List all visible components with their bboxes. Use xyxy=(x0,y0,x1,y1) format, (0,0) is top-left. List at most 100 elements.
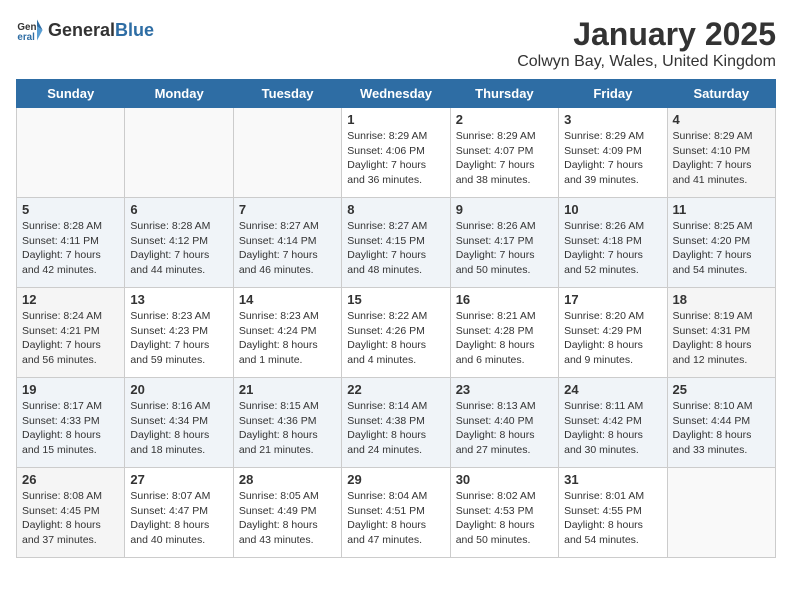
calendar-cell: 30Sunrise: 8:02 AM Sunset: 4:53 PM Dayli… xyxy=(450,468,558,558)
day-header-saturday: Saturday xyxy=(667,80,775,108)
day-header-tuesday: Tuesday xyxy=(233,80,341,108)
day-info: Sunrise: 8:14 AM Sunset: 4:38 PM Dayligh… xyxy=(347,399,444,458)
day-info: Sunrise: 8:29 AM Sunset: 4:09 PM Dayligh… xyxy=(564,129,661,188)
day-number: 13 xyxy=(130,292,227,307)
day-header-friday: Friday xyxy=(559,80,667,108)
day-info: Sunrise: 8:01 AM Sunset: 4:55 PM Dayligh… xyxy=(564,489,661,548)
day-info: Sunrise: 8:29 AM Sunset: 4:06 PM Dayligh… xyxy=(347,129,444,188)
day-number: 16 xyxy=(456,292,553,307)
calendar-cell: 6Sunrise: 8:28 AM Sunset: 4:12 PM Daylig… xyxy=(125,198,233,288)
calendar-cell: 24 Sunrise: 8:11 AM Sunset: 4:42 PM Dayli… xyxy=(559,378,667,468)
day-number: 19 xyxy=(22,382,119,397)
day-info: Sunrise: 8:11 AM Sunset: 4:42 PM Dayligh… xyxy=(564,399,661,458)
week-row-4: 19 Sunrise: 8:17 AM Sunset: 4:33 PM Dayli… xyxy=(17,378,776,468)
day-info: Sunrise: 8:28 AM Sunset: 4:11 PM Dayligh… xyxy=(22,219,119,278)
calendar-cell: 4Sunrise: 8:29 AM Sunset: 4:10 PM Daylig… xyxy=(667,108,775,198)
day-number: 30 xyxy=(456,472,553,487)
day-info: Sunrise: 8:05 AM Sunset: 4:49 PM Dayligh… xyxy=(239,489,336,548)
day-number: 22 xyxy=(347,382,444,397)
day-number: 21 xyxy=(239,382,336,397)
day-info: Sunrise: 8:04 AM Sunset: 4:51 PM Dayligh… xyxy=(347,489,444,548)
day-number: 14 xyxy=(239,292,336,307)
day-info: Sunrise: 8:26 AM Sunset: 4:18 PM Dayligh… xyxy=(564,219,661,278)
day-number: 18 xyxy=(673,292,770,307)
day-number: 20 xyxy=(130,382,227,397)
day-header-wednesday: Wednesday xyxy=(342,80,450,108)
day-info: Sunrise: 8:07 AM Sunset: 4:47 PM Dayligh… xyxy=(130,489,227,548)
calendar-cell: 26 Sunrise: 8:08 AM Sunset: 4:45 PM Dayli… xyxy=(17,468,125,558)
calendar-cell: 29Sunrise: 8:04 AM Sunset: 4:51 PM Dayli… xyxy=(342,468,450,558)
day-number: 26 xyxy=(22,472,119,487)
week-row-1: 1Sunrise: 8:29 AM Sunset: 4:06 PM Daylig… xyxy=(17,108,776,198)
title-area: January 2025 Colwyn Bay, Wales, United K… xyxy=(517,16,776,71)
day-info: Sunrise: 8:19 AM Sunset: 4:31 PM Dayligh… xyxy=(673,309,770,368)
calendar-cell: 5 Sunrise: 8:28 AM Sunset: 4:11 PM Daylig… xyxy=(17,198,125,288)
day-info: Sunrise: 8:25 AM Sunset: 4:20 PM Dayligh… xyxy=(673,219,770,278)
calendar-cell: 19 Sunrise: 8:17 AM Sunset: 4:33 PM Dayli… xyxy=(17,378,125,468)
day-header-monday: Monday xyxy=(125,80,233,108)
day-number: 5 xyxy=(22,202,119,217)
day-number: 25 xyxy=(673,382,770,397)
calendar-cell: 22 Sunrise: 8:14 AM Sunset: 4:38 PM Dayli… xyxy=(342,378,450,468)
day-info: Sunrise: 8:17 AM Sunset: 4:33 PM Dayligh… xyxy=(22,399,119,458)
header-row: SundayMondayTuesdayWednesdayThursdayFrid… xyxy=(17,80,776,108)
day-number: 2 xyxy=(456,112,553,127)
calendar-cell xyxy=(17,108,125,198)
calendar-cell: 7 Sunrise: 8:27 AM Sunset: 4:14 PM Daylig… xyxy=(233,198,341,288)
calendar-cell: 11 Sunrise: 8:25 AM Sunset: 4:20 PM Dayli… xyxy=(667,198,775,288)
calendar-cell xyxy=(667,468,775,558)
day-info: Sunrise: 8:15 AM Sunset: 4:36 PM Dayligh… xyxy=(239,399,336,458)
day-info: Sunrise: 8:16 AM Sunset: 4:34 PM Dayligh… xyxy=(130,399,227,458)
calendar-cell: 21 Sunrise: 8:15 AM Sunset: 4:36 PM Dayli… xyxy=(233,378,341,468)
day-info: Sunrise: 8:23 AM Sunset: 4:23 PM Dayligh… xyxy=(130,309,227,368)
day-info: Sunrise: 8:27 AM Sunset: 4:14 PM Dayligh… xyxy=(239,219,336,278)
calendar-cell: 12Sunrise: 8:24 AM Sunset: 4:21 PM Dayli… xyxy=(17,288,125,378)
calendar-cell: 31Sunrise: 8:01 AM Sunset: 4:55 PM Dayli… xyxy=(559,468,667,558)
day-number: 15 xyxy=(347,292,444,307)
calendar-cell: 28 Sunrise: 8:05 AM Sunset: 4:49 PM Dayli… xyxy=(233,468,341,558)
day-number: 17 xyxy=(564,292,661,307)
day-info: Sunrise: 8:28 AM Sunset: 4:12 PM Dayligh… xyxy=(130,219,227,278)
day-info: Sunrise: 8:22 AM Sunset: 4:26 PM Dayligh… xyxy=(347,309,444,368)
calendar-cell xyxy=(233,108,341,198)
calendar-cell: 13 Sunrise: 8:23 AM Sunset: 4:23 PM Dayli… xyxy=(125,288,233,378)
day-info: Sunrise: 8:20 AM Sunset: 4:29 PM Dayligh… xyxy=(564,309,661,368)
day-number: 11 xyxy=(673,202,770,217)
day-number: 24 xyxy=(564,382,661,397)
logo-icon: Gen eral xyxy=(16,16,44,44)
day-info: Sunrise: 8:26 AM Sunset: 4:17 PM Dayligh… xyxy=(456,219,553,278)
calendar-cell: 2 Sunrise: 8:29 AM Sunset: 4:07 PM Daylig… xyxy=(450,108,558,198)
calendar-cell: 10Sunrise: 8:26 AM Sunset: 4:18 PM Dayli… xyxy=(559,198,667,288)
day-number: 12 xyxy=(22,292,119,307)
calendar-cell: 8 Sunrise: 8:27 AM Sunset: 4:15 PM Daylig… xyxy=(342,198,450,288)
day-number: 9 xyxy=(456,202,553,217)
logo: Gen eral General Blue xyxy=(16,16,154,44)
day-info: Sunrise: 8:08 AM Sunset: 4:45 PM Dayligh… xyxy=(22,489,119,548)
calendar-cell: 1Sunrise: 8:29 AM Sunset: 4:06 PM Daylig… xyxy=(342,108,450,198)
week-row-3: 12Sunrise: 8:24 AM Sunset: 4:21 PM Dayli… xyxy=(17,288,776,378)
day-info: Sunrise: 8:13 AM Sunset: 4:40 PM Dayligh… xyxy=(456,399,553,458)
calendar-cell: 14Sunrise: 8:23 AM Sunset: 4:24 PM Dayli… xyxy=(233,288,341,378)
logo-blue-text: Blue xyxy=(115,20,154,41)
calendar-cell: 17 Sunrise: 8:20 AM Sunset: 4:29 PM Dayli… xyxy=(559,288,667,378)
day-number: 7 xyxy=(239,202,336,217)
day-number: 23 xyxy=(456,382,553,397)
calendar-subtitle: Colwyn Bay, Wales, United Kingdom xyxy=(517,53,776,71)
calendar-table: SundayMondayTuesdayWednesdayThursdayFrid… xyxy=(16,79,776,558)
calendar-cell: 15 Sunrise: 8:22 AM Sunset: 4:26 PM Dayli… xyxy=(342,288,450,378)
day-number: 3 xyxy=(564,112,661,127)
day-number: 4 xyxy=(673,112,770,127)
calendar-cell: 23 Sunrise: 8:13 AM Sunset: 4:40 PM Dayli… xyxy=(450,378,558,468)
day-info: Sunrise: 8:27 AM Sunset: 4:15 PM Dayligh… xyxy=(347,219,444,278)
calendar-cell: 9 Sunrise: 8:26 AM Sunset: 4:17 PM Daylig… xyxy=(450,198,558,288)
day-header-sunday: Sunday xyxy=(17,80,125,108)
calendar-cell: 16Sunrise: 8:21 AM Sunset: 4:28 PM Dayli… xyxy=(450,288,558,378)
day-number: 8 xyxy=(347,202,444,217)
logo-general-text: General xyxy=(48,20,115,41)
calendar-cell: 3 Sunrise: 8:29 AM Sunset: 4:09 PM Daylig… xyxy=(559,108,667,198)
day-info: Sunrise: 8:29 AM Sunset: 4:07 PM Dayligh… xyxy=(456,129,553,188)
day-number: 28 xyxy=(239,472,336,487)
calendar-cell: 27Sunrise: 8:07 AM Sunset: 4:47 PM Dayli… xyxy=(125,468,233,558)
day-header-thursday: Thursday xyxy=(450,80,558,108)
svg-text:eral: eral xyxy=(17,32,35,43)
